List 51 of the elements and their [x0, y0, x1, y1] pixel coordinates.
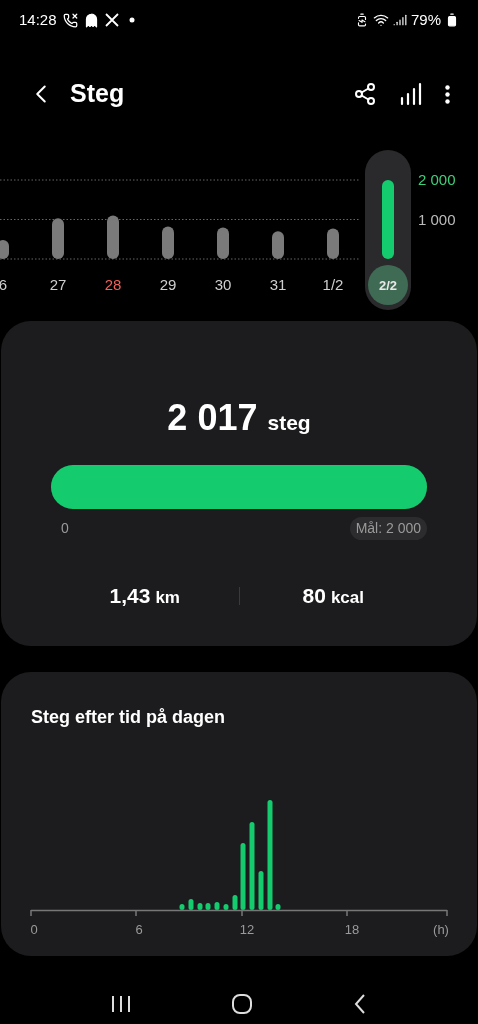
day-label[interactable]: 2/2: [378, 278, 398, 293]
share-icon: [353, 82, 377, 106]
day-bar[interactable]: [107, 215, 119, 259]
stat-unit: kcal: [330, 587, 364, 609]
day-label[interactable]: 27: [49, 276, 67, 293]
axis-label: (h): [433, 922, 449, 937]
axis-label: 12: [239, 922, 255, 937]
missed-call-icon: [62, 12, 78, 28]
step-count: 2 017: [167, 396, 258, 440]
goal-badge: Mål: 2 000: [349, 517, 427, 540]
page-title: Steg: [70, 78, 125, 110]
day-bar[interactable]: [0, 240, 9, 259]
battery-percent: 79%: [410, 9, 441, 30]
dot-icon: [128, 17, 135, 23]
day-bar[interactable]: [272, 231, 284, 259]
selected-day-circle: [368, 265, 408, 305]
share-button[interactable]: [353, 82, 377, 106]
home-button[interactable]: [231, 993, 253, 1015]
stat-value: 1,43: [109, 583, 151, 609]
stat-value: 80: [302, 583, 326, 609]
recent-apps-button[interactable]: [109, 994, 132, 1014]
y-axis-label: 1 000: [418, 210, 456, 228]
stat-unit: km: [155, 587, 180, 609]
step-unit: steg: [267, 410, 311, 436]
day-label[interactable]: 6: [0, 276, 8, 293]
bar-chart-button[interactable]: [399, 82, 423, 106]
status-time: 14:28: [19, 9, 57, 30]
bar-chart-icon: [399, 82, 423, 106]
ghost-icon: [83, 12, 99, 28]
wifi-icon: [372, 12, 389, 28]
signal-icon: [392, 13, 407, 27]
day-label[interactable]: 29: [159, 276, 177, 293]
day-bar[interactable]: [327, 228, 339, 259]
day-label[interactable]: 31: [269, 276, 287, 293]
day-bar[interactable]: [52, 218, 64, 259]
axis-label: 18: [344, 922, 360, 937]
day-label[interactable]: 28: [104, 276, 122, 293]
more-options-icon: [445, 84, 450, 104]
day-bar[interactable]: [162, 226, 174, 259]
day-bar[interactable]: [217, 227, 229, 259]
day-label[interactable]: 1/2: [322, 276, 344, 293]
battery-icon: [445, 13, 459, 27]
more-options-button[interactable]: [445, 84, 450, 104]
progress-min-label: 0: [61, 519, 69, 538]
axis-label: 6: [135, 922, 143, 937]
axis-label: 0: [30, 922, 38, 937]
x-logo-icon: [104, 13, 119, 27]
card-title: Steg efter tid på dagen: [31, 707, 226, 727]
day-label[interactable]: 30: [214, 276, 232, 293]
y-axis-label: 2 000: [418, 171, 456, 188]
day-bar[interactable]: [382, 180, 394, 259]
